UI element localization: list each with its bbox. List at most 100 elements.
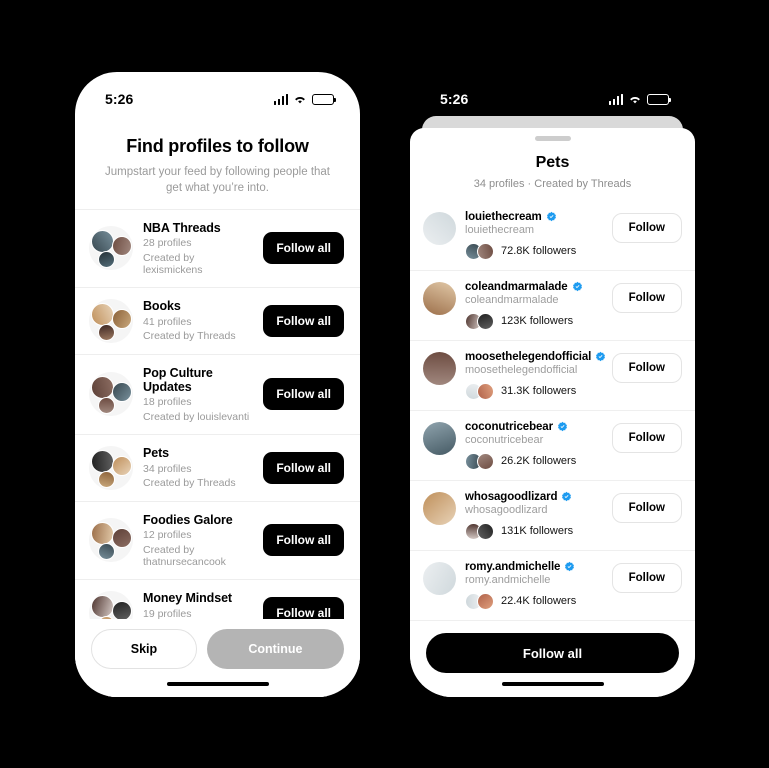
group-name: NBA Threads — [143, 220, 221, 235]
status-bar-left: 5:26 — [75, 72, 360, 116]
follow-button[interactable]: Follow — [611, 352, 682, 383]
avatar[interactable] — [423, 561, 456, 595]
user-handle: coleandmarmalade — [465, 293, 559, 306]
home-indicator — [501, 681, 604, 686]
onboarding-screen: Find profiles to follow Jumpstart your f… — [75, 116, 360, 697]
wifi-icon — [293, 94, 307, 105]
user-row[interactable]: coleandmarmalade coleandmarmalade 123K fol… — [410, 269, 695, 340]
user-meta: coconutricebear coconutricebear 26.2K foll… — [465, 421, 603, 470]
verified-badge-icon — [572, 281, 582, 292]
group-profile-count: 34 profiles — [143, 462, 192, 475]
group-avatar-cluster — [89, 372, 133, 417]
wifi-icon — [628, 94, 642, 105]
user-name: coconutricebear — [465, 420, 553, 433]
avatar — [477, 522, 494, 540]
follow-all-button[interactable]: Follow all — [263, 304, 344, 337]
mutual-avatars — [465, 592, 495, 610]
group-profile-count: 12 profiles — [143, 529, 192, 542]
user-name-line: whosagoodlizard — [465, 491, 603, 503]
group-name: Pop Culture Updates — [143, 365, 213, 394]
user-name: coleandmarmalade — [465, 280, 568, 293]
user-handle: whosagoodlizard — [465, 503, 548, 516]
group-row[interactable]: Books 41 profiles Created by Threads Follow… — [75, 286, 360, 354]
verified-badge-icon — [565, 561, 575, 572]
user-row[interactable]: louiethecream louiethecream 72.8K follower… — [410, 201, 695, 270]
user-row[interactable]: coconutricebear coconutricebear 26.2K foll… — [410, 409, 695, 480]
user-handle: coconutricebear — [465, 433, 544, 446]
user-handle: moosethelegendofficial — [465, 363, 578, 376]
sheet-subtitle: 34 profiles · Created by Threads — [473, 177, 632, 190]
follow-button[interactable]: Follow — [611, 562, 682, 593]
status-time: 5:26 — [440, 91, 469, 107]
follower-count: 72.8K followers — [501, 245, 577, 257]
user-handle: romy.andmichelle — [465, 573, 551, 586]
follow-button[interactable]: Follow — [611, 282, 682, 313]
mutual-avatars — [465, 452, 495, 470]
follow-all-button[interactable]: Follow all — [263, 378, 344, 411]
user-followers: 72.8K followers — [465, 242, 603, 260]
group-name: Books — [143, 299, 181, 314]
group-meta: Foodies Galore 12 profiles Created by that… — [143, 513, 253, 568]
avatar[interactable] — [423, 421, 456, 455]
sheet-action-bar: Follow all — [410, 625, 695, 697]
avatar — [91, 449, 114, 473]
user-row[interactable]: moosethelegendofficial moosethelegendoffi… — [410, 339, 695, 410]
avatar[interactable] — [423, 281, 456, 315]
follow-button[interactable]: Follow — [611, 492, 682, 523]
user-list: louiethecream louiethecream 72.8K follower… — [410, 201, 695, 675]
mutual-avatars — [465, 382, 495, 400]
verified-badge-icon — [596, 351, 606, 362]
user-name-line: coleandmarmalade — [465, 281, 603, 293]
user-name-line: coconutricebear — [465, 421, 603, 433]
user-meta: whosagoodlizard whosagoodlizard 131K follo… — [465, 491, 603, 540]
follow-all-button[interactable]: Follow all — [263, 524, 344, 557]
home-indicator — [166, 681, 269, 686]
group-row[interactable]: Foodies Galore 12 profiles Created by that… — [75, 500, 360, 579]
user-row[interactable]: romy.andmichelle romy.andmichelle 22.4K fo… — [410, 549, 695, 620]
status-icons — [273, 93, 336, 105]
group-row[interactable]: Pop Culture Updates 18 profiles Created by… — [75, 353, 360, 434]
user-handle: louiethecream — [465, 223, 535, 236]
avatar — [112, 600, 132, 621]
avatar — [477, 592, 494, 610]
group-row[interactable]: NBA Threads 28 profiles Created by lexismi… — [75, 208, 360, 287]
group-avatar-cluster — [89, 518, 133, 563]
follow-all-button[interactable]: Follow all — [426, 633, 679, 673]
continue-button[interactable]: Continue — [206, 629, 344, 669]
group-avatar-cluster — [89, 226, 133, 271]
group-name: Pets — [143, 446, 170, 461]
user-meta: louiethecream louiethecream 72.8K follower… — [465, 211, 603, 260]
avatar — [91, 230, 114, 254]
verified-badge-icon — [562, 491, 572, 502]
follow-button[interactable]: Follow — [611, 212, 682, 243]
group-meta: NBA Threads 28 profiles Created by lexismi… — [143, 221, 253, 276]
avatar — [477, 312, 494, 330]
follow-button[interactable]: Follow — [611, 422, 682, 453]
user-followers: 22.4K followers — [465, 592, 603, 610]
avatar[interactable] — [423, 351, 456, 385]
user-followers: 31.3K followers — [465, 382, 603, 400]
user-name: romy.andmichelle — [465, 560, 561, 573]
skip-button[interactable]: Skip — [91, 629, 197, 669]
user-meta: romy.andmichelle romy.andmichelle 22.4K fo… — [465, 561, 603, 610]
page-title: Find profiles to follow — [126, 136, 309, 156]
follow-all-button[interactable]: Follow all — [263, 451, 344, 484]
follower-count: 131K followers — [501, 525, 574, 537]
user-name: moosethelegendofficial — [465, 350, 592, 363]
pets-sheet: Pets 34 profiles · Created by Threads lo… — [410, 128, 695, 697]
group-meta: Pop Culture Updates 18 profiles Created by… — [143, 366, 253, 423]
avatar — [98, 470, 115, 488]
group-row[interactable]: Pets 34 profiles Created by Threads Follow … — [75, 433, 360, 501]
avatar — [477, 382, 494, 400]
avatar[interactable] — [423, 211, 456, 245]
mutual-avatars — [465, 522, 495, 540]
avatar[interactable] — [423, 491, 456, 525]
follow-all-button[interactable]: Follow all — [263, 232, 344, 265]
group-name: Foodies Galore — [143, 512, 233, 527]
group-author: Created by thatnursecancook — [143, 543, 226, 568]
avatar — [91, 522, 114, 546]
user-name-line: louiethecream — [465, 211, 603, 223]
battery-icon — [312, 93, 336, 105]
user-row[interactable]: whosagoodlizard whosagoodlizard 131K follo… — [410, 479, 695, 550]
user-followers: 123K followers — [465, 312, 603, 330]
